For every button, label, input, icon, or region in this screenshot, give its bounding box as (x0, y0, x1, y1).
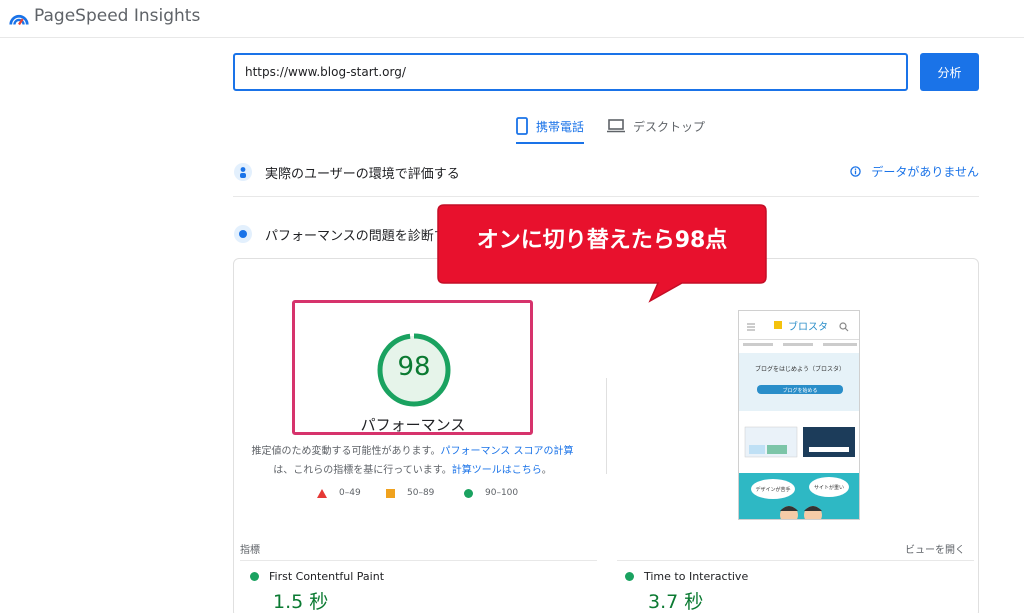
performance-score: 98 (397, 352, 431, 382)
tab-mobile[interactable]: 携帯電話 (516, 110, 585, 144)
top-bar: PageSpeed Insights (0, 0, 1024, 38)
circle-icon (464, 488, 473, 498)
legend-poor-label: 0–49 (339, 488, 361, 498)
legend-good-label: 90–100 (485, 488, 519, 498)
legend-average-label: 50–89 (407, 488, 435, 498)
metric-divider (240, 560, 597, 561)
site-screenshot-image: ブロスタ ブログをはじめよう（ブロスタ） ブログを始める デザインが苦手 サイト… (739, 311, 859, 519)
tab-mobile-label: 携帯電話 (536, 119, 585, 134)
calculator-link[interactable]: 計算ツールはこちら (452, 465, 542, 476)
metric-name: First Contentful Paint (269, 570, 385, 583)
legend-poor: 0–49 (317, 488, 361, 498)
note-prefix: 推定値のため変動する可能性があります。 (251, 446, 441, 457)
site-screenshot-thumbnail: ブロスタ ブログをはじめよう（ブロスタ） ブログを始める デザインが苦手 サイト… (738, 310, 860, 520)
legend-good: 90–100 (464, 488, 518, 498)
score-calc-link[interactable]: パフォーマンス スコアの計算 (441, 446, 574, 457)
triangle-icon (317, 488, 327, 498)
analyze-button[interactable]: 分析 (920, 53, 979, 91)
metric-value: 3.7 秒 (648, 591, 704, 613)
lab-data-title: パフォーマンスの問題を診断す (265, 228, 447, 244)
metric-fcp: First Contentful Paint 1.5 秒 (250, 570, 384, 613)
good-circle-icon (625, 572, 634, 581)
square-icon (386, 488, 395, 498)
preview-bubble-1: デザインが苦手 (755, 486, 790, 493)
users-icon (234, 163, 252, 181)
app-title: PageSpeed Insights (34, 6, 201, 26)
callout-text: オンに切り替えたら98点 (476, 228, 728, 253)
note-suffix: 。 (541, 465, 552, 476)
preview-hero-button: ブログを始める (782, 387, 817, 394)
metric-value: 1.5 秒 (273, 591, 329, 613)
lab-icon (234, 225, 252, 243)
preview-hero-title: ブログをはじめよう（ブロスタ） (755, 365, 845, 373)
metrics-heading: 指標 (240, 545, 260, 556)
good-circle-icon (250, 572, 259, 581)
divider (233, 196, 979, 197)
metric-name: Time to Interactive (644, 570, 749, 583)
performance-label: パフォーマンス (360, 416, 466, 434)
tab-desktop[interactable]: デスクトップ (607, 110, 705, 142)
note-middle: は、これらの指標を基に行っています。 (273, 465, 452, 476)
tab-desktop-label: デスクトップ (633, 119, 706, 134)
vertical-divider (606, 378, 607, 474)
preview-bubble-2: サイトが重い (814, 484, 844, 491)
phone-icon (516, 117, 528, 135)
info-icon (850, 166, 862, 177)
open-view-toggle[interactable]: ビューを開く (905, 541, 965, 556)
url-input[interactable] (233, 53, 908, 91)
metric-tti: Time to Interactive 3.7 秒 (625, 570, 748, 613)
field-data-title: 実際のユーザーの環境で評価する (265, 166, 460, 182)
legend-average: 50–89 (386, 488, 434, 498)
metric-divider (617, 560, 974, 561)
no-data-status: データがありません (850, 163, 979, 180)
pagespeed-logo-icon[interactable] (8, 8, 30, 30)
preview-site-name: ブロスタ (788, 320, 828, 333)
no-data-label: データがありません (871, 165, 979, 179)
desktop-icon (607, 119, 625, 133)
score-note: 推定値のため変動する可能性があります。パフォーマンス スコアの計算 は、これらの… (240, 442, 585, 480)
